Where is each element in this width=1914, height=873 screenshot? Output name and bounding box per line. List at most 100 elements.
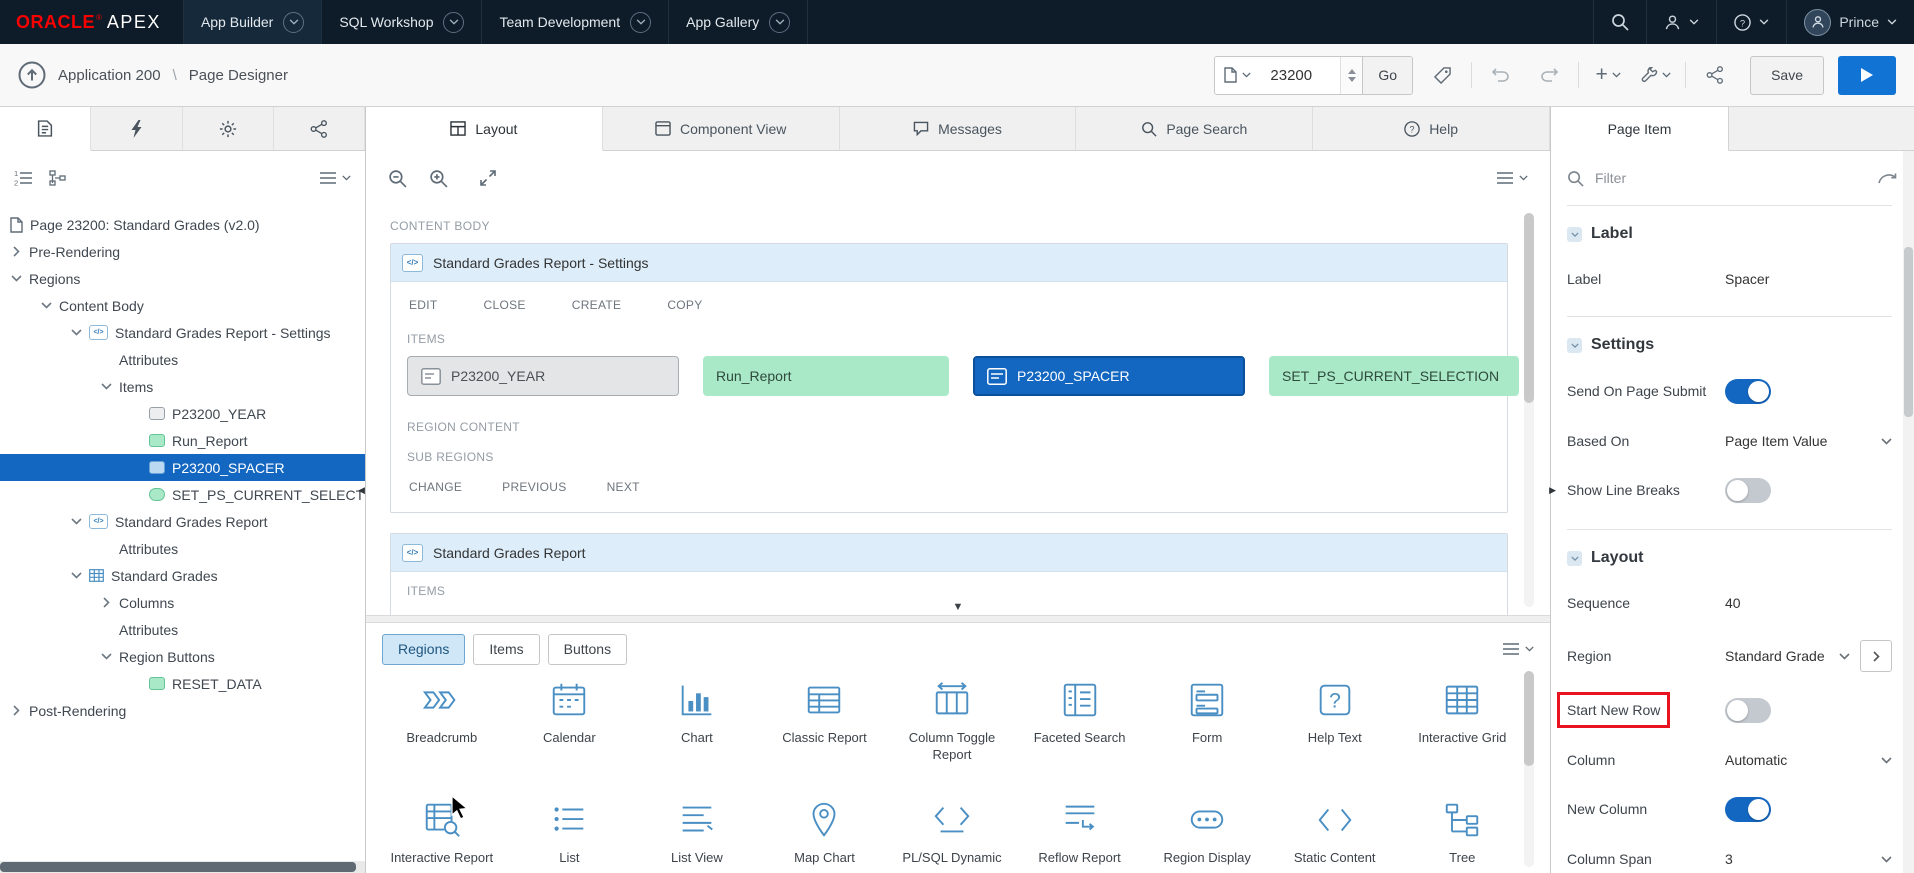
gallery-item-form[interactable]: Form bbox=[1143, 679, 1271, 787]
layout-item-p23200-spacer[interactable]: P23200_SPACER bbox=[973, 356, 1245, 396]
gallery-item-static-content[interactable]: Static Content bbox=[1271, 799, 1399, 873]
gallery-item-plsql-dynamic[interactable]: PL/SQL Dynamic bbox=[888, 799, 1016, 873]
sequence-value-field[interactable]: 40 bbox=[1725, 595, 1741, 611]
tree-item-region-buttons[interactable]: Region Buttons bbox=[0, 643, 365, 670]
page-number-input[interactable] bbox=[1260, 57, 1340, 94]
go-to-application-button[interactable] bbox=[18, 61, 46, 89]
section-header[interactable]: Label bbox=[1567, 222, 1892, 246]
tree-item-pre-rendering[interactable]: Pre-Rendering bbox=[0, 238, 365, 265]
region-header[interactable]: </> Standard Grades Report - Settings bbox=[391, 244, 1507, 282]
spinner-down-icon[interactable] bbox=[1348, 77, 1356, 82]
tree-item-attributes[interactable]: Attributes bbox=[0, 616, 365, 643]
tree-item-post-rendering[interactable]: Post-Rendering bbox=[0, 697, 365, 724]
chevron-down-icon[interactable] bbox=[100, 383, 112, 390]
scrollbar-thumb[interactable] bbox=[1904, 247, 1913, 417]
layout-item-run-report[interactable]: Run_Report bbox=[703, 356, 949, 396]
gallery-item-help-text[interactable]: ? Help Text bbox=[1271, 679, 1399, 787]
tree-item-items[interactable]: Items bbox=[0, 373, 365, 400]
gallery-item-chart[interactable]: Chart bbox=[633, 679, 761, 787]
gallery-item-interactive-report[interactable]: Interactive Report bbox=[378, 799, 506, 873]
shared-components-button[interactable] bbox=[1696, 56, 1734, 95]
chevron-right-icon[interactable] bbox=[10, 248, 22, 255]
layout-menu-button[interactable] bbox=[1497, 172, 1528, 184]
region-header[interactable]: </> Standard Grades Report bbox=[391, 534, 1507, 572]
undo-button[interactable] bbox=[1482, 56, 1520, 95]
gallery-item-region-display[interactable]: Region Display bbox=[1143, 799, 1271, 873]
section-header[interactable]: Layout bbox=[1567, 546, 1892, 570]
filter-input[interactable] bbox=[1595, 170, 1867, 186]
layout-button-previous[interactable]: PREVIOUS bbox=[502, 480, 566, 494]
chevron-down-icon[interactable] bbox=[283, 12, 304, 33]
go-to-region-button[interactable] bbox=[1860, 640, 1892, 672]
gallery-tab-buttons[interactable]: Buttons bbox=[548, 634, 627, 665]
tab-layout[interactable]: Layout bbox=[366, 107, 603, 151]
section-header[interactable]: Settings bbox=[1567, 333, 1892, 357]
tab-messages[interactable]: Messages bbox=[840, 107, 1077, 150]
page-lock-button[interactable] bbox=[1423, 56, 1461, 95]
tree-item-content-body[interactable]: Content Body bbox=[0, 292, 365, 319]
tree-item-attributes[interactable]: Attributes bbox=[0, 535, 365, 562]
gallery-item-interactive-grid[interactable]: Interactive Grid bbox=[1399, 679, 1527, 787]
tab-page-item[interactable]: Page Item bbox=[1551, 107, 1729, 151]
gallery-scrollbar[interactable] bbox=[1524, 671, 1534, 867]
region-standard-grades-report-settings[interactable]: </> Standard Grades Report - Settings ED… bbox=[390, 243, 1508, 513]
run-page-button[interactable] bbox=[1838, 56, 1896, 95]
tree-view-mode-button[interactable] bbox=[49, 170, 66, 186]
tab-component-view[interactable]: Component View bbox=[603, 107, 840, 150]
tab-rendering[interactable] bbox=[0, 107, 91, 151]
oracle-apex-logo[interactable]: ORACLE ® APEX bbox=[0, 0, 183, 44]
scroll-more-indicator[interactable]: ▼ bbox=[953, 601, 964, 613]
tree-item-p23200-spacer[interactable]: P23200_SPACER bbox=[0, 454, 365, 481]
right-panel-scrollbar[interactable] bbox=[1903, 151, 1914, 873]
start-new-row-toggle[interactable] bbox=[1725, 698, 1771, 723]
tree-item-p23200-year[interactable]: P23200_YEAR bbox=[0, 400, 365, 427]
tree-item-run-report[interactable]: Run_Report bbox=[0, 427, 365, 454]
gallery-item-list[interactable]: List bbox=[506, 799, 634, 873]
new-column-toggle[interactable] bbox=[1725, 797, 1771, 822]
tree-item-page[interactable]: Page 23200: Standard Grades (v2.0) bbox=[0, 211, 365, 238]
tab-page-shared-components[interactable] bbox=[274, 107, 365, 150]
tree-item-attributes[interactable]: Attributes bbox=[0, 346, 365, 373]
chevron-down-icon[interactable] bbox=[40, 302, 52, 309]
layout-button-create[interactable]: CREATE bbox=[572, 298, 622, 312]
layout-item-p23200-year[interactable]: P23200_YEAR bbox=[407, 356, 679, 396]
collapse-section-icon[interactable] bbox=[1567, 227, 1582, 242]
gallery-item-tree[interactable]: Tree bbox=[1399, 799, 1527, 873]
canvas-scrollbar[interactable] bbox=[1524, 213, 1534, 607]
help-menu-button[interactable]: ? bbox=[1716, 0, 1786, 44]
tab-dynamic-actions[interactable] bbox=[91, 107, 182, 150]
gallery-item-faceted-search[interactable]: Faceted Search bbox=[1016, 679, 1144, 787]
chevron-right-icon[interactable] bbox=[10, 707, 22, 714]
layout-button-change[interactable]: CHANGE bbox=[409, 480, 462, 494]
spinner-up-icon[interactable] bbox=[1348, 69, 1356, 74]
top-tab-team-development[interactable]: Team Development bbox=[481, 0, 668, 44]
chevron-down-icon[interactable] bbox=[10, 275, 22, 282]
tree-item-set-ps-current-selection[interactable]: SET_PS_CURRENT_SELECTION bbox=[0, 481, 365, 508]
column-select[interactable]: Automatic bbox=[1725, 752, 1892, 768]
gallery-item-classic-report[interactable]: Classic Report bbox=[761, 679, 889, 787]
gallery-tab-regions[interactable]: Regions bbox=[382, 634, 465, 665]
redo-button[interactable] bbox=[1530, 56, 1568, 95]
layout-item-set-ps-current-selection[interactable]: SET_PS_CURRENT_SELECTION bbox=[1269, 356, 1519, 396]
tree-item-standard-grades[interactable]: Standard Grades bbox=[0, 562, 365, 589]
tree-item-reset-data[interactable]: RESET_DATA bbox=[0, 670, 365, 697]
search-button[interactable] bbox=[1593, 0, 1646, 44]
page-number-stepper[interactable] bbox=[1340, 57, 1362, 94]
chevron-down-icon[interactable] bbox=[70, 572, 82, 579]
tree-item-region-settings[interactable]: </> Standard Grades Report - Settings bbox=[0, 319, 365, 346]
gallery-tab-items[interactable]: Items bbox=[473, 634, 539, 665]
chevron-down-icon[interactable] bbox=[100, 653, 112, 660]
gallery-item-breadcrumb[interactable]: Breadcrumb bbox=[378, 679, 506, 787]
region-standard-grades-report[interactable]: </> Standard Grades Report ITEMS REGION … bbox=[390, 533, 1508, 615]
based-on-select[interactable]: Page Item Value bbox=[1725, 433, 1892, 449]
gallery-item-list-view[interactable]: List View bbox=[633, 799, 761, 873]
user-menu-button[interactable]: Prince bbox=[1786, 0, 1914, 44]
tree-menu-button[interactable] bbox=[320, 172, 351, 184]
utilities-menu-button[interactable] bbox=[1637, 56, 1675, 95]
chevron-down-icon[interactable] bbox=[70, 518, 82, 525]
layout-button-edit[interactable]: EDIT bbox=[409, 298, 438, 312]
tab-processing[interactable] bbox=[183, 107, 274, 150]
administration-menu-button[interactable] bbox=[1646, 0, 1716, 44]
gallery-item-calendar[interactable]: Calendar bbox=[506, 679, 634, 787]
collapse-right-panel-handle[interactable]: ▶ bbox=[1549, 485, 1556, 496]
